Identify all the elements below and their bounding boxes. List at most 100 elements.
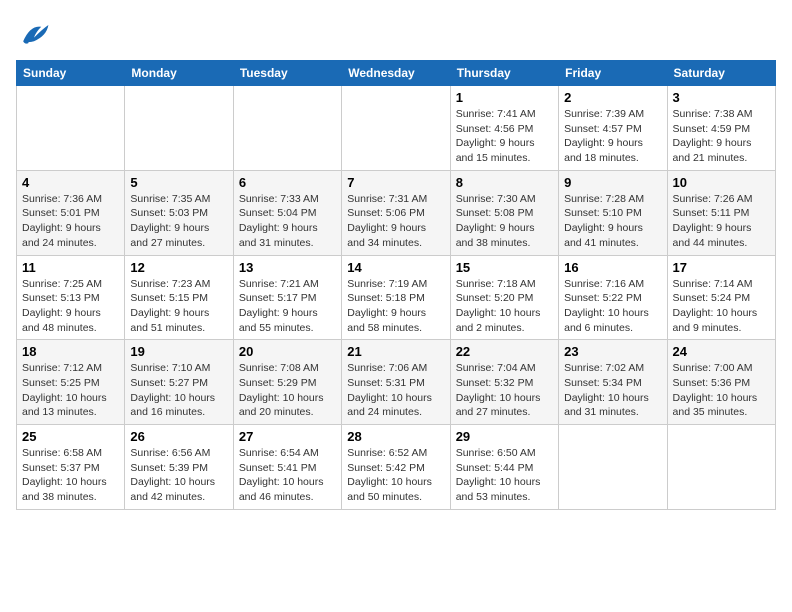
calendar-cell: 6Sunrise: 7:33 AM Sunset: 5:04 PM Daylig… xyxy=(233,170,341,255)
day-number: 16 xyxy=(564,260,661,275)
calendar-cell: 11 Sunrise: 7:25 AM Sunset: 5:13 PM Dayli… xyxy=(17,255,125,340)
calendar-cell xyxy=(233,86,341,171)
day-info: Sunrise: 7:31 AM Sunset: 5:06 PM Dayligh… xyxy=(347,192,444,251)
day-number: 2 xyxy=(564,90,661,105)
day-info: Sunrise: 7:41 AM Sunset: 4:56 PM Dayligh… xyxy=(456,107,553,166)
logo xyxy=(16,16,56,52)
day-info: Sunrise: 7:02 AM Sunset: 5:34 PM Dayligh… xyxy=(564,361,661,420)
day-number: 6 xyxy=(239,175,336,190)
calendar-cell: 22Sunrise: 7:04 AM Sunset: 5:32 PM Dayli… xyxy=(450,340,558,425)
day-number: 10 xyxy=(673,175,770,190)
calendar-week-row: 18Sunrise: 7:12 AM Sunset: 5:25 PM Dayli… xyxy=(17,340,776,425)
calendar-week-row: 25 Sunrise: 6:58 AM Sunset: 5:37 PM Dayli… xyxy=(17,425,776,510)
header-saturday: Saturday xyxy=(667,61,775,86)
day-number: 8 xyxy=(456,175,553,190)
day-number: 12 xyxy=(130,260,227,275)
day-number: 3 xyxy=(673,90,770,105)
calendar-cell xyxy=(342,86,450,171)
day-number: 29 xyxy=(456,429,553,444)
header-thursday: Thursday xyxy=(450,61,558,86)
day-number: 17 xyxy=(673,260,770,275)
calendar-cell xyxy=(125,86,233,171)
calendar-week-row: 1 Sunrise: 7:41 AM Sunset: 4:56 PM Daylig… xyxy=(17,86,776,171)
calendar-cell: 18Sunrise: 7:12 AM Sunset: 5:25 PM Dayli… xyxy=(17,340,125,425)
day-number: 5 xyxy=(130,175,227,190)
day-info: Sunrise: 7:36 AM Sunset: 5:01 PM Dayligh… xyxy=(22,192,119,251)
day-info: Sunrise: 6:58 AM Sunset: 5:37 PM Dayligh… xyxy=(22,446,119,505)
calendar-cell: 16 Sunrise: 7:16 AM Sunset: 5:22 PM Dayli… xyxy=(559,255,667,340)
day-number: 21 xyxy=(347,344,444,359)
calendar-week-row: 11 Sunrise: 7:25 AM Sunset: 5:13 PM Dayli… xyxy=(17,255,776,340)
day-info: Sunrise: 7:21 AM Sunset: 5:17 PM Dayligh… xyxy=(239,277,336,336)
logo-bird-icon xyxy=(16,16,52,52)
calendar-cell: 10 Sunrise: 7:26 AM Sunset: 5:11 PM Dayli… xyxy=(667,170,775,255)
calendar-cell: 1 Sunrise: 7:41 AM Sunset: 4:56 PM Daylig… xyxy=(450,86,558,171)
calendar-cell: 7 Sunrise: 7:31 AM Sunset: 5:06 PM Daylig… xyxy=(342,170,450,255)
day-info: Sunrise: 6:50 AM Sunset: 5:44 PM Dayligh… xyxy=(456,446,553,505)
day-info: Sunrise: 7:19 AM Sunset: 5:18 PM Dayligh… xyxy=(347,277,444,336)
day-number: 23 xyxy=(564,344,661,359)
day-info: Sunrise: 7:28 AM Sunset: 5:10 PM Dayligh… xyxy=(564,192,661,251)
calendar-cell: 9 Sunrise: 7:28 AM Sunset: 5:10 PM Daylig… xyxy=(559,170,667,255)
calendar-cell: 4 Sunrise: 7:36 AM Sunset: 5:01 PM Daylig… xyxy=(17,170,125,255)
day-info: Sunrise: 7:04 AM Sunset: 5:32 PM Dayligh… xyxy=(456,361,553,420)
day-number: 28 xyxy=(347,429,444,444)
day-info: Sunrise: 7:38 AM Sunset: 4:59 PM Dayligh… xyxy=(673,107,770,166)
calendar-cell: 13 Sunrise: 7:21 AM Sunset: 5:17 PM Dayli… xyxy=(233,255,341,340)
day-info: Sunrise: 7:39 AM Sunset: 4:57 PM Dayligh… xyxy=(564,107,661,166)
day-number: 13 xyxy=(239,260,336,275)
calendar-cell: 12Sunrise: 7:23 AM Sunset: 5:15 PM Dayli… xyxy=(125,255,233,340)
day-number: 1 xyxy=(456,90,553,105)
calendar-cell: 29 Sunrise: 6:50 AM Sunset: 5:44 PM Dayli… xyxy=(450,425,558,510)
calendar-cell: 15 Sunrise: 7:18 AM Sunset: 5:20 PM Dayli… xyxy=(450,255,558,340)
calendar-cell xyxy=(17,86,125,171)
calendar-cell: 28 Sunrise: 6:52 AM Sunset: 5:42 PM Dayli… xyxy=(342,425,450,510)
calendar-cell: 27 Sunrise: 6:54 AM Sunset: 5:41 PM Dayli… xyxy=(233,425,341,510)
day-number: 14 xyxy=(347,260,444,275)
day-number: 7 xyxy=(347,175,444,190)
day-info: Sunrise: 7:12 AM Sunset: 5:25 PM Dayligh… xyxy=(22,361,119,420)
day-number: 11 xyxy=(22,260,119,275)
day-number: 4 xyxy=(22,175,119,190)
calendar-cell xyxy=(667,425,775,510)
calendar-table: SundayMondayTuesdayWednesdayThursdayFrid… xyxy=(16,60,776,510)
day-number: 15 xyxy=(456,260,553,275)
calendar-cell: 23 Sunrise: 7:02 AM Sunset: 5:34 PM Dayli… xyxy=(559,340,667,425)
day-info: Sunrise: 7:18 AM Sunset: 5:20 PM Dayligh… xyxy=(456,277,553,336)
day-info: Sunrise: 7:14 AM Sunset: 5:24 PM Dayligh… xyxy=(673,277,770,336)
day-info: Sunrise: 7:25 AM Sunset: 5:13 PM Dayligh… xyxy=(22,277,119,336)
calendar-cell: 3 Sunrise: 7:38 AM Sunset: 4:59 PM Daylig… xyxy=(667,86,775,171)
day-info: Sunrise: 6:54 AM Sunset: 5:41 PM Dayligh… xyxy=(239,446,336,505)
calendar-header-row: SundayMondayTuesdayWednesdayThursdayFrid… xyxy=(17,61,776,86)
day-info: Sunrise: 6:52 AM Sunset: 5:42 PM Dayligh… xyxy=(347,446,444,505)
day-info: Sunrise: 7:35 AM Sunset: 5:03 PM Dayligh… xyxy=(130,192,227,251)
day-number: 19 xyxy=(130,344,227,359)
calendar-cell: 20 Sunrise: 7:08 AM Sunset: 5:29 PM Dayli… xyxy=(233,340,341,425)
day-info: Sunrise: 7:06 AM Sunset: 5:31 PM Dayligh… xyxy=(347,361,444,420)
calendar-cell: 5 Sunrise: 7:35 AM Sunset: 5:03 PM Daylig… xyxy=(125,170,233,255)
page-header xyxy=(16,16,776,52)
day-info: Sunrise: 7:30 AM Sunset: 5:08 PM Dayligh… xyxy=(456,192,553,251)
header-wednesday: Wednesday xyxy=(342,61,450,86)
calendar-cell: 8 Sunrise: 7:30 AM Sunset: 5:08 PM Daylig… xyxy=(450,170,558,255)
calendar-cell: 24 Sunrise: 7:00 AM Sunset: 5:36 PM Dayli… xyxy=(667,340,775,425)
header-friday: Friday xyxy=(559,61,667,86)
header-sunday: Sunday xyxy=(17,61,125,86)
day-number: 20 xyxy=(239,344,336,359)
day-info: Sunrise: 7:08 AM Sunset: 5:29 PM Dayligh… xyxy=(239,361,336,420)
day-number: 9 xyxy=(564,175,661,190)
day-info: Sunrise: 7:16 AM Sunset: 5:22 PM Dayligh… xyxy=(564,277,661,336)
day-number: 25 xyxy=(22,429,119,444)
calendar-cell: 17 Sunrise: 7:14 AM Sunset: 5:24 PM Dayli… xyxy=(667,255,775,340)
day-info: Sunrise: 6:56 AM Sunset: 5:39 PM Dayligh… xyxy=(130,446,227,505)
calendar-cell: 21 Sunrise: 7:06 AM Sunset: 5:31 PM Dayli… xyxy=(342,340,450,425)
calendar-cell: 25 Sunrise: 6:58 AM Sunset: 5:37 PM Dayli… xyxy=(17,425,125,510)
calendar-week-row: 4 Sunrise: 7:36 AM Sunset: 5:01 PM Daylig… xyxy=(17,170,776,255)
calendar-cell xyxy=(559,425,667,510)
day-number: 26 xyxy=(130,429,227,444)
header-tuesday: Tuesday xyxy=(233,61,341,86)
day-number: 27 xyxy=(239,429,336,444)
day-number: 24 xyxy=(673,344,770,359)
day-info: Sunrise: 7:00 AM Sunset: 5:36 PM Dayligh… xyxy=(673,361,770,420)
day-info: Sunrise: 7:26 AM Sunset: 5:11 PM Dayligh… xyxy=(673,192,770,251)
